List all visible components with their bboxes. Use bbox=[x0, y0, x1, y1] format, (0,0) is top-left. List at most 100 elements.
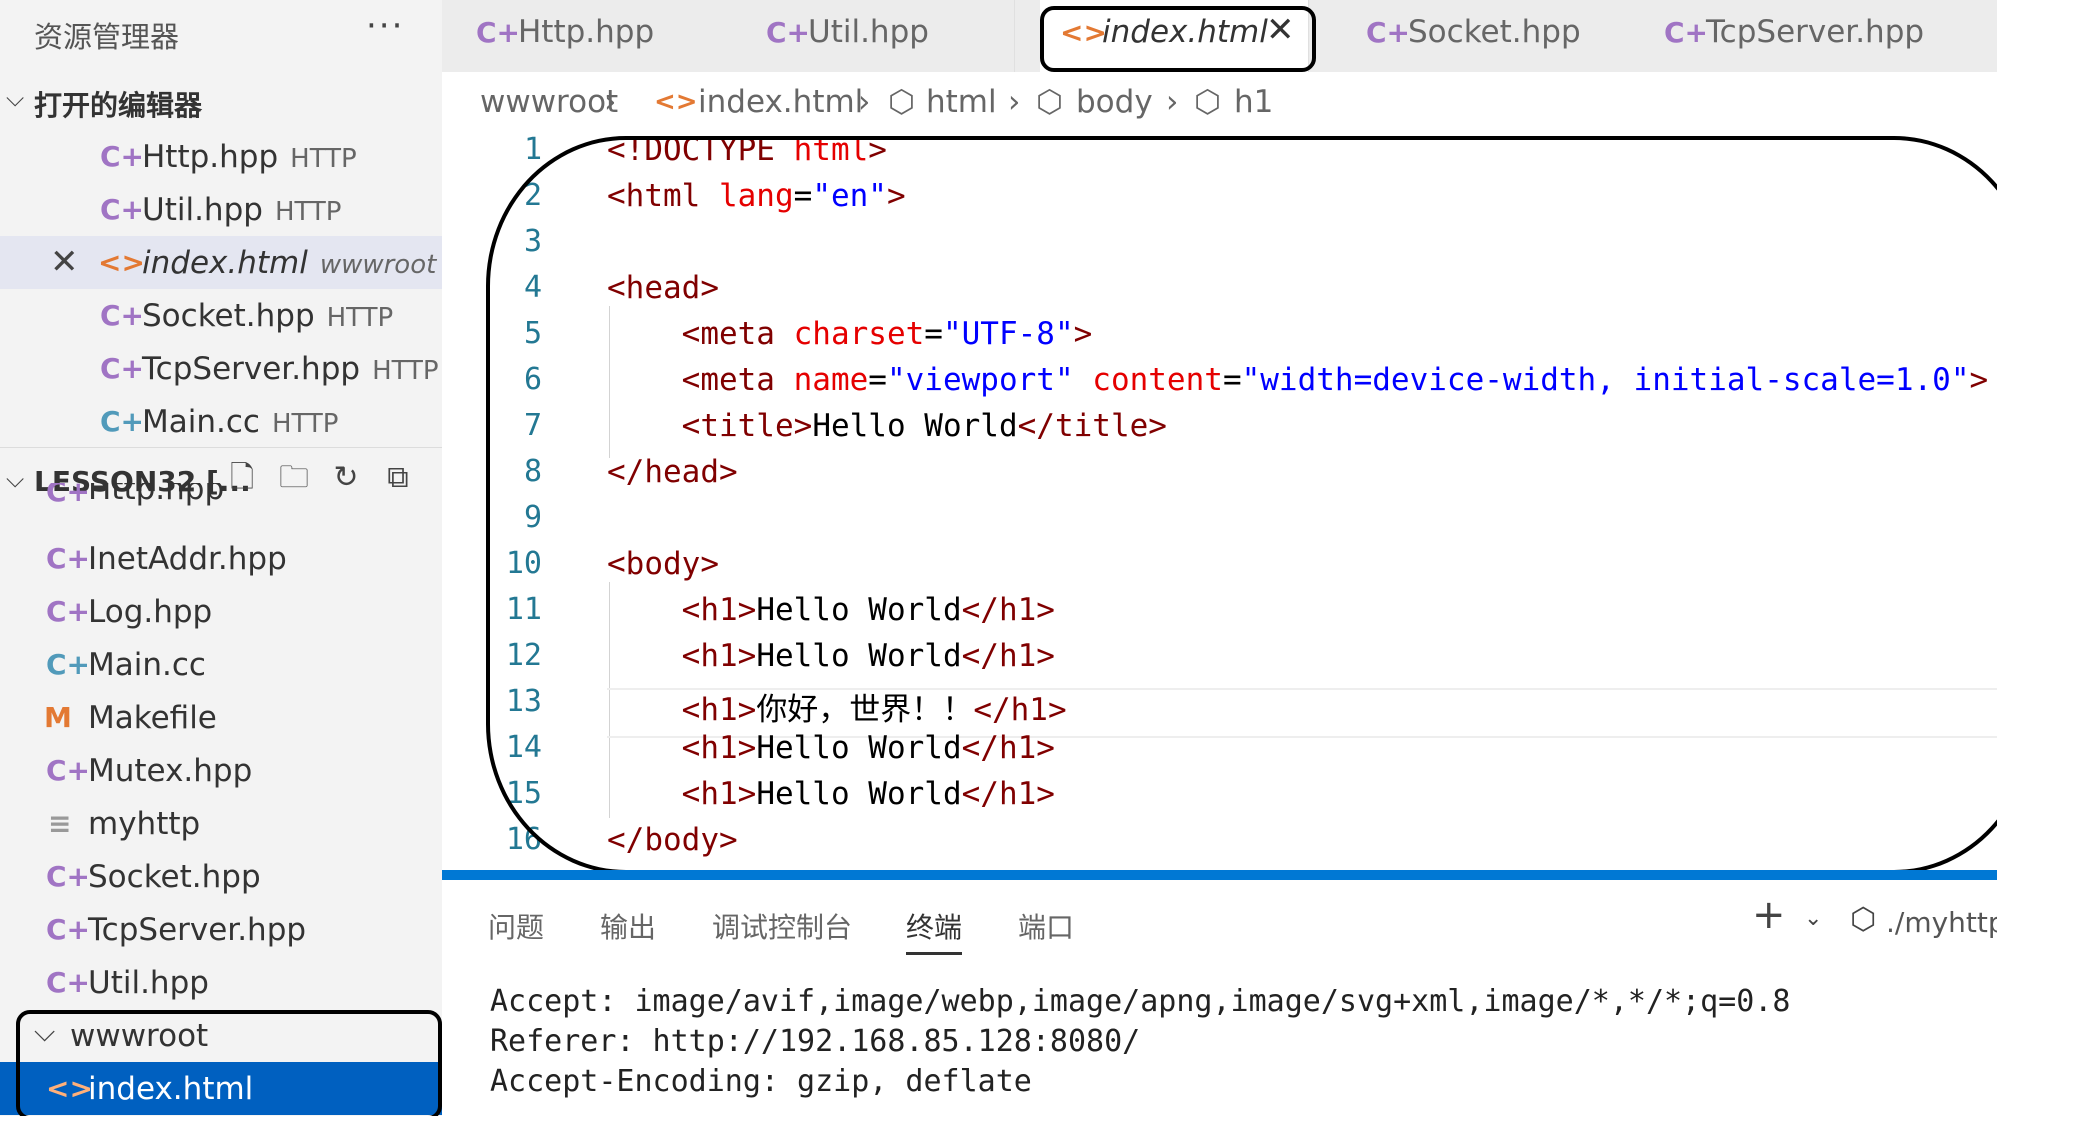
file-item[interactable]: C+ TcpServer.hpp bbox=[0, 903, 442, 956]
open-editors-section-header[interactable]: ⌵ 打开的编辑器 bbox=[0, 74, 442, 126]
more-actions-icon[interactable]: ··· bbox=[366, 6, 404, 46]
cpp-file-icon: C+ bbox=[46, 754, 91, 787]
editor-tab-bar: C+ Http.hpp C+ Util.hpp <> index.html ✕ … bbox=[442, 0, 1998, 72]
terminal-line: Accept-Encoding: gzip, deflate bbox=[490, 1064, 1032, 1099]
tab-label: TcpServer.hpp bbox=[1706, 14, 1925, 50]
tab-output[interactable]: 输出 bbox=[600, 906, 656, 946]
text-file-icon: ≡ bbox=[48, 807, 72, 840]
file-name: Mutex.hpp bbox=[88, 753, 253, 789]
breadcrumb-item[interactable]: index.html bbox=[698, 84, 863, 120]
breadcrumb: wwwroot › <> index.html › ⬡ html › ⬡ bod… bbox=[442, 72, 1997, 130]
file-item[interactable]: ≡ myhttp bbox=[0, 797, 442, 850]
terminal-line: Accept: image/avif,image/webp,image/apng… bbox=[490, 984, 1791, 1019]
open-editor-name: TcpServer.hpp bbox=[142, 351, 361, 387]
page-margin bbox=[1997, 0, 2082, 1116]
cpp-file-icon: C+ bbox=[100, 352, 145, 385]
file-name: Util.hpp bbox=[88, 965, 209, 1001]
file-item[interactable]: C+ InetAddr.hpp bbox=[0, 532, 442, 585]
breadcrumb-item[interactable]: h1 bbox=[1234, 84, 1273, 120]
file-item[interactable]: C+ Http.hpp bbox=[0, 483, 442, 523]
terminal-name[interactable]: ./myhttp bbox=[1886, 906, 2006, 939]
explorer-sidebar: 资源管理器 ··· ⌵ 打开的编辑器 C+ Http.hpp HTTP C+ Ut… bbox=[0, 0, 442, 1116]
tab-label: Util.hpp bbox=[808, 14, 929, 50]
cpp-file-icon: C+ bbox=[766, 16, 811, 49]
cpp-file-icon: C+ bbox=[1366, 16, 1411, 49]
highlight-box bbox=[1040, 6, 1316, 72]
terminal-line: Referer: http://192.168.85.128:8080/ bbox=[490, 1024, 1141, 1059]
tab-util-hpp[interactable]: C+ Util.hpp bbox=[732, 0, 1015, 72]
open-editors-label: 打开的编辑器 bbox=[34, 89, 203, 122]
cpp-file-icon: C+ bbox=[46, 913, 91, 946]
line-number: 1 bbox=[523, 132, 542, 167]
file-item[interactable]: C+ Socket.hpp bbox=[0, 850, 442, 903]
cc-file-icon: C+ bbox=[100, 405, 145, 438]
file-item[interactable]: C+ Log.hpp bbox=[0, 585, 442, 638]
tab-label: Http.hpp bbox=[518, 14, 655, 50]
open-editor-tag: HTTP bbox=[372, 356, 439, 386]
explorer-header: 资源管理器 ··· bbox=[0, 0, 442, 66]
tab-terminal[interactable]: 终端 bbox=[906, 906, 963, 955]
code-editor[interactable]: 1 <!DOCTYPE html> 2 <html lang="en"> 3 4 <head… bbox=[442, 130, 1997, 870]
html-file-icon: <> bbox=[98, 246, 145, 279]
explorer-title: 资源管理器 bbox=[34, 20, 180, 54]
cpp-file-icon: C+ bbox=[1664, 16, 1709, 49]
file-item[interactable]: C+ Mutex.hpp bbox=[0, 744, 442, 797]
file-name: Http.hpp bbox=[88, 483, 225, 507]
cpp-file-icon: C+ bbox=[46, 860, 91, 893]
open-editor-name: index.html bbox=[142, 245, 308, 281]
cpp-file-icon: C+ bbox=[100, 299, 145, 332]
open-editor-tag: HTTP bbox=[274, 197, 342, 227]
file-name: myhttp bbox=[88, 806, 201, 842]
symbol-element-icon: ⬡ bbox=[1194, 84, 1222, 120]
cpp-file-icon: C+ bbox=[100, 193, 145, 226]
file-item[interactable]: C+ Main.cc bbox=[0, 638, 442, 691]
symbol-element-icon: ⬡ bbox=[1036, 84, 1064, 120]
cc-file-icon: C+ bbox=[46, 648, 91, 681]
symbol-element-icon: ⬡ bbox=[888, 84, 916, 120]
tab-tcpserver-hpp[interactable]: C+ TcpServer.hpp bbox=[1630, 0, 1998, 72]
open-editor-item[interactable]: C+ Socket.hpp HTTP bbox=[0, 289, 442, 342]
open-editor-item[interactable]: C+ Http.hpp HTTP bbox=[0, 130, 442, 183]
open-editor-tag: HTTP bbox=[326, 303, 394, 333]
breadcrumb-separator: › bbox=[604, 84, 617, 120]
html-file-icon: <> bbox=[654, 87, 698, 117]
cpp-file-icon: C+ bbox=[46, 483, 91, 508]
tab-debug-console[interactable]: 调试控制台 bbox=[712, 906, 852, 946]
close-icon[interactable]: ✕ bbox=[50, 242, 79, 282]
breadcrumb-item[interactable]: wwwroot bbox=[480, 84, 618, 120]
file-name: Main.cc bbox=[88, 647, 206, 683]
chevron-down-icon[interactable]: ⌄ bbox=[1804, 906, 1822, 931]
breadcrumb-separator: › bbox=[858, 84, 871, 120]
tab-socket-hpp[interactable]: C+ Socket.hpp bbox=[1332, 0, 1631, 72]
open-editor-item[interactable]: C+ Main.cc HTTP bbox=[0, 395, 442, 448]
chevron-down-icon: ⌵ bbox=[6, 84, 25, 112]
open-editor-name: Http.hpp bbox=[142, 139, 279, 175]
open-editor-tag: HTTP bbox=[271, 409, 339, 439]
open-editor-item[interactable]: C+ TcpServer.hpp HTTP bbox=[0, 342, 442, 395]
new-terminal-button[interactable]: + bbox=[1752, 892, 1786, 938]
file-item[interactable]: M Makefile bbox=[0, 691, 442, 744]
file-name: InetAddr.hpp bbox=[88, 541, 287, 577]
open-editor-item[interactable]: C+ Util.hpp HTTP bbox=[0, 183, 442, 236]
breadcrumb-item[interactable]: html bbox=[926, 84, 997, 120]
cpp-file-icon: C+ bbox=[100, 140, 145, 173]
terminal-icon: ⬡ bbox=[1850, 902, 1877, 937]
cpp-file-icon: C+ bbox=[476, 16, 521, 49]
open-editor-tag: wwwroot bbox=[319, 250, 437, 280]
highlight-box bbox=[16, 1010, 442, 1116]
open-editor-item-active[interactable]: ✕ <> index.html wwwroot bbox=[0, 236, 442, 289]
cpp-file-icon: C+ bbox=[46, 966, 91, 999]
file-name: Log.hpp bbox=[88, 594, 213, 630]
makefile-icon: M bbox=[44, 701, 72, 734]
tab-http-hpp[interactable]: C+ Http.hpp bbox=[442, 0, 733, 72]
open-editor-name: Socket.hpp bbox=[142, 298, 315, 334]
breadcrumb-item[interactable]: body bbox=[1076, 84, 1153, 120]
breadcrumb-separator: › bbox=[1166, 84, 1179, 120]
file-name: Socket.hpp bbox=[88, 859, 261, 895]
tab-problems[interactable]: 问题 bbox=[488, 906, 544, 946]
tab-ports[interactable]: 端口 bbox=[1018, 906, 1074, 946]
file-item[interactable]: C+ Util.hpp bbox=[0, 956, 442, 1009]
open-editor-name: Util.hpp bbox=[142, 192, 263, 228]
cpp-file-icon: C+ bbox=[46, 595, 91, 628]
cpp-file-icon: C+ bbox=[46, 542, 91, 575]
